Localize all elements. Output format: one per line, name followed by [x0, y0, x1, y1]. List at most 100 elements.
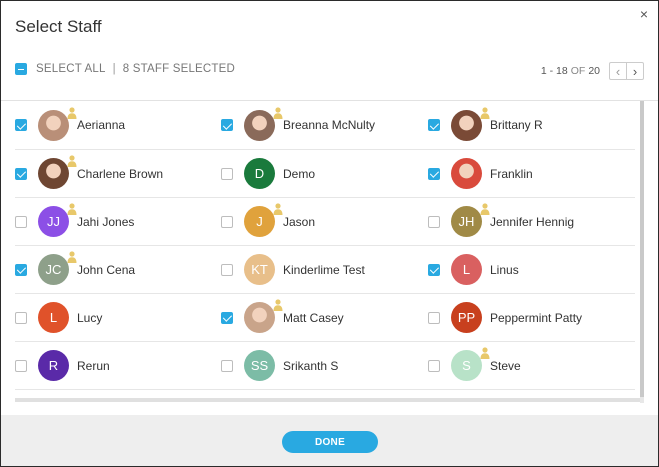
avatar: L	[38, 302, 69, 333]
avatar: R	[38, 350, 69, 381]
staff-row: JJ Jahi Jones J Jason JH Jennifer Hennig	[15, 198, 635, 246]
staff-item[interactable]: S Steve	[428, 342, 521, 389]
staff-badge-icon	[67, 106, 77, 119]
staff-item[interactable]: JJ Jahi Jones	[15, 198, 134, 245]
avatar	[451, 158, 482, 189]
staff-item[interactable]: J Jason	[221, 198, 315, 245]
staff-name: Aerianna	[77, 118, 126, 132]
avatar: L	[451, 254, 482, 285]
avatar-wrapper	[244, 299, 283, 333]
staff-item[interactable]: Franklin	[428, 150, 533, 197]
staff-checkbox[interactable]	[428, 359, 440, 372]
staff-checkbox[interactable]	[428, 311, 440, 324]
staff-row: R Rerun SS Srikanth S S Steve	[15, 342, 635, 390]
avatar: JC	[38, 254, 69, 285]
pagination: 1 - 18 OF 20 ‹ ›	[541, 62, 644, 80]
avatar: PP	[451, 302, 482, 333]
avatar-wrapper	[38, 155, 77, 189]
staff-checkbox[interactable]	[428, 167, 440, 180]
avatar-wrapper: L	[38, 302, 69, 333]
staff-checkbox[interactable]	[221, 359, 233, 372]
avatar-wrapper	[38, 106, 77, 141]
staff-checkbox[interactable]	[221, 263, 233, 276]
done-button[interactable]: DONE	[282, 431, 378, 453]
staff-item[interactable]: PP Peppermint Patty	[428, 294, 582, 341]
staff-badge-icon	[480, 202, 490, 215]
select-all-label[interactable]: SELECT ALL	[36, 63, 106, 75]
page-range: 1 - 18	[540, 65, 568, 77]
avatar: D	[244, 158, 275, 189]
staff-name: Charlene Brown	[77, 166, 164, 181]
avatar-wrapper	[451, 106, 490, 141]
staff-badge-icon	[67, 154, 77, 167]
staff-badge-icon	[273, 106, 283, 119]
selection-toolbar: SELECT ALL | 8 STAFF SELECTED	[15, 61, 235, 77]
staff-item[interactable]: Matt Casey	[221, 294, 344, 341]
staff-badge-icon	[67, 202, 77, 215]
avatar: J	[244, 206, 275, 237]
staff-item[interactable]: L Lucy	[15, 294, 102, 341]
next-page-button[interactable]: ›	[626, 63, 643, 79]
avatar	[451, 109, 482, 141]
staff-name: Demo	[283, 166, 316, 181]
staff-badge-icon	[273, 298, 283, 311]
staff-item[interactable]: Charlene Brown	[15, 150, 163, 197]
select-all-checkbox[interactable]	[15, 63, 27, 75]
staff-row: Charlene Brown D Demo Franklin	[15, 150, 635, 198]
staff-badge-icon	[480, 346, 490, 359]
avatar	[38, 109, 69, 141]
avatar-wrapper	[244, 106, 283, 141]
avatar-wrapper: D	[244, 158, 275, 189]
vertical-scrollbar-thumb[interactable]	[640, 101, 644, 397]
staff-name: Srikanth S	[283, 358, 339, 373]
horizontal-scrollbar[interactable]	[15, 398, 640, 402]
staff-name: Peppermint Patty	[490, 310, 583, 325]
select-staff-dialog: Select Staff × SELECT ALL | 8 STAFF SELE…	[0, 0, 659, 467]
avatar	[38, 158, 69, 189]
staff-item[interactable]: Brittany R	[428, 101, 543, 149]
staff-item[interactable]: L Linus	[428, 246, 519, 293]
staff-item[interactable]: Breanna McNulty	[221, 101, 375, 149]
staff-checkbox[interactable]	[221, 119, 233, 131]
staff-name: John Cena	[77, 262, 136, 277]
staff-name: Steve	[490, 358, 521, 373]
dialog-title: Select Staff	[15, 17, 102, 36]
staff-checkbox[interactable]	[15, 311, 27, 324]
prev-page-button[interactable]: ‹	[610, 63, 626, 79]
staff-item[interactable]: JH Jennifer Hennig	[428, 198, 574, 245]
avatar-wrapper: JC	[38, 251, 77, 285]
staff-item[interactable]: Aerianna	[15, 101, 125, 149]
avatar-wrapper: R	[38, 350, 69, 381]
avatar-wrapper: JH	[451, 203, 490, 237]
staff-checkbox[interactable]	[15, 119, 27, 131]
staff-item[interactable]: D Demo	[221, 150, 315, 197]
staff-checkbox[interactable]	[428, 263, 440, 276]
avatar: SS	[244, 350, 275, 381]
staff-name: Franklin	[490, 166, 533, 181]
avatar: JJ	[38, 206, 69, 237]
avatar-wrapper: JJ	[38, 203, 77, 237]
staff-row: Aerianna Breanna McNulty Brittany R	[15, 101, 635, 150]
staff-name: Rerun	[77, 358, 110, 373]
staff-row: JC John Cena KT Kinderlime Test L Linus	[15, 246, 635, 294]
selected-count: 8 STAFF SELECTED	[122, 63, 236, 75]
staff-item[interactable]: JC John Cena	[15, 246, 135, 293]
staff-name: Jahi Jones	[77, 214, 135, 229]
staff-checkbox[interactable]	[428, 119, 440, 131]
staff-checkbox[interactable]	[428, 215, 440, 228]
staff-checkbox[interactable]	[221, 215, 233, 228]
close-icon[interactable]: ×	[640, 7, 648, 21]
staff-checkbox[interactable]	[15, 215, 27, 228]
avatar: KT	[244, 254, 275, 285]
staff-checkbox[interactable]	[221, 167, 233, 180]
staff-checkbox[interactable]	[15, 359, 27, 372]
staff-checkbox[interactable]	[15, 263, 27, 276]
staff-item[interactable]: SS Srikanth S	[221, 342, 338, 389]
staff-item[interactable]: KT Kinderlime Test	[221, 246, 365, 293]
staff-checkbox[interactable]	[15, 167, 27, 180]
staff-name: Breanna McNulty	[283, 118, 376, 132]
staff-name: Lucy	[77, 310, 103, 325]
avatar-wrapper: KT	[244, 254, 275, 285]
staff-checkbox[interactable]	[221, 311, 233, 324]
staff-item[interactable]: R Rerun	[15, 342, 110, 389]
